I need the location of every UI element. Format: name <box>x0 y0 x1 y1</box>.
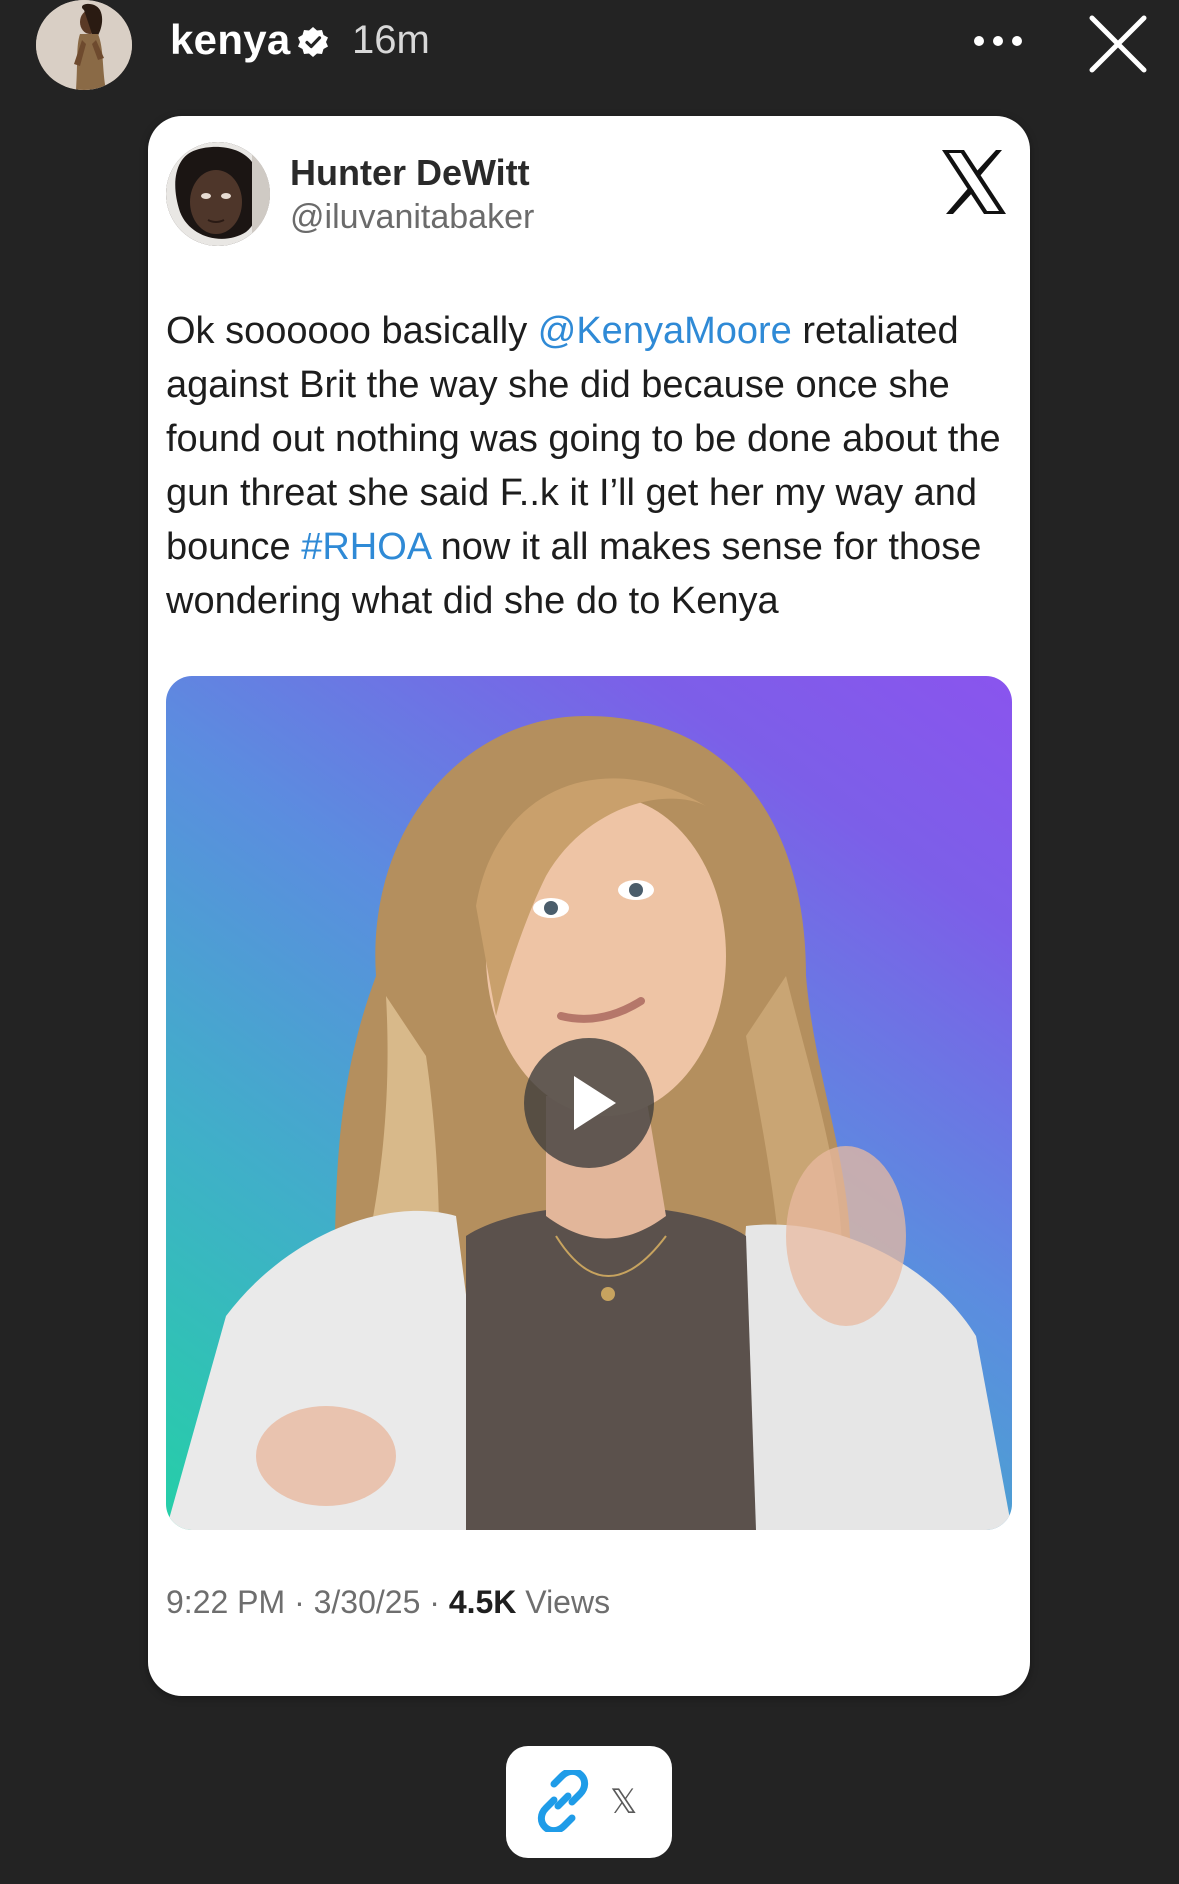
tweet-text-link[interactable]: @KenyaMoore <box>538 310 792 352</box>
link-icon <box>537 1770 589 1832</box>
tweet-author-avatar[interactable] <box>166 142 270 246</box>
x-logo-icon <box>942 150 1006 214</box>
story-header: kenya 16m <box>0 0 1179 90</box>
play-icon <box>574 1076 616 1130</box>
tweet-meta: 9:22 PM · 3/30/25 · 4.5K Views <box>166 1584 610 1621</box>
tweet-card[interactable]: Hunter DeWitt @iluvanitabaker Ok soooooo… <box>148 116 1030 1696</box>
link-sticker[interactable]: 𝕏 <box>506 1746 672 1858</box>
tweet-author-name[interactable]: Hunter DeWitt <box>290 152 530 194</box>
story-avatar[interactable] <box>36 0 132 90</box>
story-time: 16m <box>352 18 430 62</box>
close-icon[interactable] <box>1086 12 1150 76</box>
more-icon[interactable] <box>972 30 1024 52</box>
tweet-text: Ok soooooo basically @KenyaMoore retalia… <box>166 304 1012 628</box>
tweet-views-count: 4.5K <box>448 1584 517 1620</box>
tweet-author-handle[interactable]: @iluvanitabaker <box>290 198 534 237</box>
tweet-views-label: Views <box>516 1584 611 1620</box>
story-username[interactable]: kenya <box>170 16 291 64</box>
tweet-video[interactable] <box>166 676 1012 1530</box>
link-sticker-label: 𝕏 <box>610 1782 638 1822</box>
verified-icon <box>298 27 328 57</box>
tweet-text-segment: Ok soooooo basically <box>166 310 538 352</box>
tweet-text-link[interactable]: #RHOA <box>301 526 430 568</box>
story-viewer: kenya 16m Hunter DeWitt @iluvanitabaker … <box>0 0 1179 1884</box>
play-button[interactable] <box>524 1038 654 1168</box>
tweet-timestamp[interactable]: 9:22 PM · 3/30/25 · <box>166 1584 449 1620</box>
